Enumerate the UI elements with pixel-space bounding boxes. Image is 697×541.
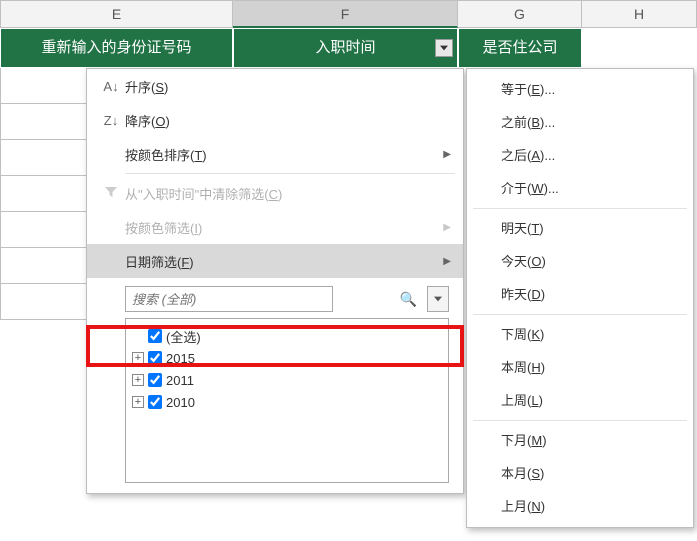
column-head-f[interactable]: F [233,0,458,28]
sort-desc-icon: Z↓ [97,113,125,128]
filter-by-color-item: 按颜色筛选(I) ▶ [87,210,463,244]
filter-equals[interactable]: 等于(E)... [467,73,693,106]
menu-separator [125,173,455,174]
filter-between[interactable]: 介于(W)... [467,172,693,205]
filter-next-month[interactable]: 下月(M) [467,424,693,457]
filter-menu: A↓ 升序(S) Z↓ 降序(O) 按颜色排序(T) ▶ 从"入职时间"中清除筛… [86,68,464,494]
search-icon: 🔍 [400,291,417,308]
sort-asc-item[interactable]: A↓ 升序(S) [87,69,463,103]
filter-today[interactable]: 今天(O) [467,245,693,278]
checkbox-year[interactable] [148,395,162,409]
search-dropdown-button[interactable] [427,286,449,312]
filter-yesterday[interactable]: 昨天(D) [467,278,693,311]
checkbox-select-all[interactable] [148,329,162,343]
menu-separator [473,420,687,421]
expand-icon[interactable]: + [132,352,144,364]
tree-label: 2015 [166,351,195,366]
menu-label: 降序(O) [125,111,451,130]
sort-by-color-item[interactable]: 按颜色排序(T) ▶ [87,137,463,171]
tree-year-item[interactable]: + 2015 [132,347,442,369]
submenu-arrow-icon: ▶ [443,149,451,160]
checkbox-year[interactable] [148,351,162,365]
submenu-arrow-icon: ▶ [443,222,451,233]
column-head-g[interactable]: G [458,0,582,28]
date-filter-item[interactable]: 日期筛选(F) ▶ [87,244,463,278]
filter-before[interactable]: 之前(B)... [467,106,693,139]
tree-label: 2010 [166,395,195,410]
menu-label: 日期筛选(F) [125,252,443,271]
sort-asc-icon: A↓ [97,79,125,94]
tree-year-item[interactable]: + 2011 [132,369,442,391]
header-cell-id: 重新输入的身份证号码 [0,28,233,68]
clear-filter-icon [97,184,125,203]
expand-icon[interactable]: + [132,374,144,386]
menu-label: 按颜色排序(T) [125,145,443,164]
filter-this-week[interactable]: 本周(H) [467,351,693,384]
header-label: 是否住公司 [482,39,557,56]
expand-icon[interactable]: + [132,396,144,408]
tree-select-all[interactable]: (全选) [132,325,442,347]
column-letter-headers: E F G H [0,0,697,28]
search-row: 🔍 [125,286,449,312]
filter-last-week[interactable]: 上周(L) [467,384,693,417]
tree-label: (全选) [166,327,201,346]
header-label: 入职时间 [315,39,375,56]
filter-dropdown-button[interactable] [435,39,453,57]
table-header-row: 重新输入的身份证号码 入职时间 是否住公司 [0,28,697,68]
date-filter-submenu: 等于(E)... 之前(B)... 之后(A)... 介于(W)... 明天(T… [466,68,694,528]
filter-this-month[interactable]: 本月(S) [467,457,693,490]
value-tree[interactable]: (全选) + 2015 + 2011 + 2010 [125,318,449,483]
header-cell-empty [582,28,697,68]
filter-tomorrow[interactable]: 明天(T) [467,212,693,245]
column-head-h[interactable]: H [582,0,697,28]
header-label: 重新输入的身份证号码 [41,39,191,56]
menu-separator [473,314,687,315]
sort-desc-item[interactable]: Z↓ 降序(O) [87,103,463,137]
column-head-e[interactable]: E [0,0,233,28]
header-cell-hiredate: 入职时间 [233,28,458,68]
submenu-arrow-icon: ▶ [443,256,451,267]
tree-year-item[interactable]: + 2010 [132,391,442,413]
checkbox-year[interactable] [148,373,162,387]
clear-filter-item: 从"入职时间"中清除筛选(C) [87,176,463,210]
header-cell-livecompany: 是否住公司 [458,28,582,68]
filter-last-month[interactable]: 上月(N) [467,490,693,523]
menu-label: 按颜色筛选(I) [125,218,443,237]
menu-separator [473,208,687,209]
tree-label: 2011 [166,373,194,388]
search-input[interactable] [125,286,333,312]
filter-next-week[interactable]: 下周(K) [467,318,693,351]
menu-label: 从"入职时间"中清除筛选(C) [125,184,451,203]
menu-label: 升序(S) [125,77,451,96]
filter-after[interactable]: 之后(A)... [467,139,693,172]
